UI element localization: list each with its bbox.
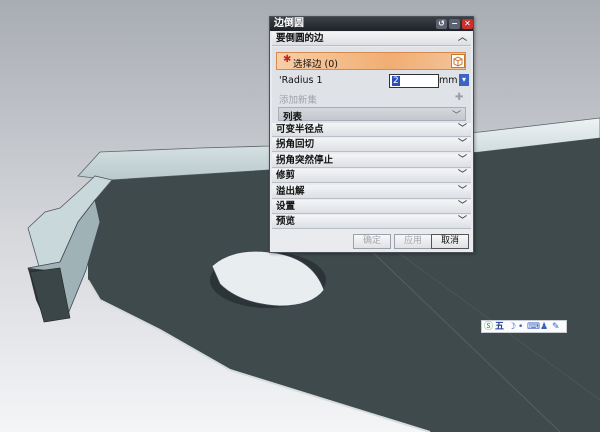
chevron-down-icon: ﹀ bbox=[457, 170, 467, 180]
add-new-set-label: 添加新集 bbox=[279, 95, 318, 106]
ime-logo-icon[interactable]: Ⓢ bbox=[484, 322, 493, 332]
ime-toolbar[interactable]: Ⓢ 五 ☽ • ⌨ ♟ ✎ bbox=[481, 320, 567, 333]
section-settings[interactable]: 设置 ﹀ bbox=[272, 200, 471, 214]
list-section[interactable]: 列表 ﹀ bbox=[278, 107, 466, 123]
add-new-set-row[interactable]: 添加新集 ✚ bbox=[276, 91, 466, 106]
select-edge-selector[interactable]: ✱ 选择边 (0) bbox=[276, 52, 466, 70]
section-corner-setback[interactable]: 拐角回切 ﹀ bbox=[272, 138, 471, 152]
section-stop-short-of-corner[interactable]: 拐角突然停止 ﹀ bbox=[272, 154, 471, 168]
keyboard-icon[interactable]: ⌨ bbox=[527, 322, 540, 332]
cancel-button[interactable]: 取消 bbox=[431, 234, 469, 249]
radius-value: 2 bbox=[392, 76, 400, 86]
punctuation-icon[interactable]: • bbox=[518, 322, 523, 332]
radius-row: 'Radius 1 2 mm ▾ bbox=[276, 74, 469, 88]
dialog-footer: 确定 应用 取消 bbox=[270, 232, 473, 252]
edges-group: ✱ 选择边 (0) 'Radius 1 2 mm ▾ 添加新集 ✚ 列表 ﹀ bbox=[272, 47, 471, 134]
radius-input[interactable]: 2 bbox=[389, 74, 439, 88]
reset-icon[interactable]: ↺ bbox=[436, 19, 447, 29]
section-stop-short-of-corner-label: 拐角突然停止 bbox=[276, 155, 334, 166]
radius-unit: mm bbox=[439, 75, 458, 86]
moon-icon[interactable]: ☽ bbox=[508, 322, 516, 332]
section-edges-to-blend-label: 要倒圆的边 bbox=[276, 33, 324, 44]
wrench-icon[interactable]: ✎ bbox=[552, 322, 560, 332]
section-variable-radius[interactable]: 可变半径点 ﹀ bbox=[272, 123, 471, 137]
edge-select-cube-icon[interactable] bbox=[451, 54, 465, 68]
chevron-down-icon: ﹀ bbox=[451, 111, 461, 121]
section-settings-label: 设置 bbox=[276, 201, 296, 212]
section-preview[interactable]: 预览 ﹀ bbox=[272, 215, 471, 229]
chevron-down-icon: ﹀ bbox=[457, 155, 467, 165]
ime-mode[interactable]: 五 bbox=[495, 322, 504, 332]
section-preview-label: 预览 bbox=[276, 216, 296, 227]
section-variable-radius-label: 可变半径点 bbox=[276, 124, 324, 135]
section-trim[interactable]: 修剪 ﹀ bbox=[272, 169, 471, 183]
chevron-down-icon: ﹀ bbox=[457, 139, 467, 149]
dialog-title-bar[interactable]: 边倒圆 ↺ − ✕ bbox=[270, 17, 473, 31]
chevron-up-icon: ︿ bbox=[457, 33, 467, 43]
section-overflow-resolution-label: 溢出解 bbox=[276, 186, 305, 197]
section-edges-to-blend[interactable]: 要倒圆的边 ︿ bbox=[272, 32, 471, 46]
dialog-title: 边倒圆 bbox=[274, 18, 304, 29]
section-corner-setback-label: 拐角回切 bbox=[276, 139, 315, 150]
ok-button[interactable]: 确定 bbox=[353, 234, 391, 249]
section-overflow-resolution[interactable]: 溢出解 ﹀ bbox=[272, 185, 471, 199]
select-edge-label: 选择边 (0) bbox=[293, 59, 338, 70]
minimize-icon[interactable]: − bbox=[449, 19, 460, 29]
apply-button[interactable]: 应用 bbox=[394, 234, 432, 249]
close-icon[interactable]: ✕ bbox=[462, 19, 473, 29]
add-set-icon[interactable]: ✚ bbox=[455, 92, 466, 103]
radius-label: 'Radius 1 bbox=[279, 75, 323, 86]
chevron-down-icon: ﹀ bbox=[457, 201, 467, 211]
radius-options-dropdown[interactable]: ▾ bbox=[459, 74, 469, 86]
required-star-icon: ✱ bbox=[283, 54, 292, 65]
list-label: 列表 bbox=[283, 112, 303, 123]
edge-blend-dialog: 边倒圆 ↺ − ✕ 要倒圆的边 ︿ ✱ 选择边 (0) 'Radius 1 2 … bbox=[269, 16, 474, 253]
chevron-down-icon: ﹀ bbox=[457, 124, 467, 134]
chevron-down-icon: ﹀ bbox=[457, 186, 467, 196]
section-trim-label: 修剪 bbox=[276, 170, 296, 181]
user-icon[interactable]: ♟ bbox=[540, 322, 548, 332]
chevron-down-icon: ﹀ bbox=[457, 216, 467, 226]
